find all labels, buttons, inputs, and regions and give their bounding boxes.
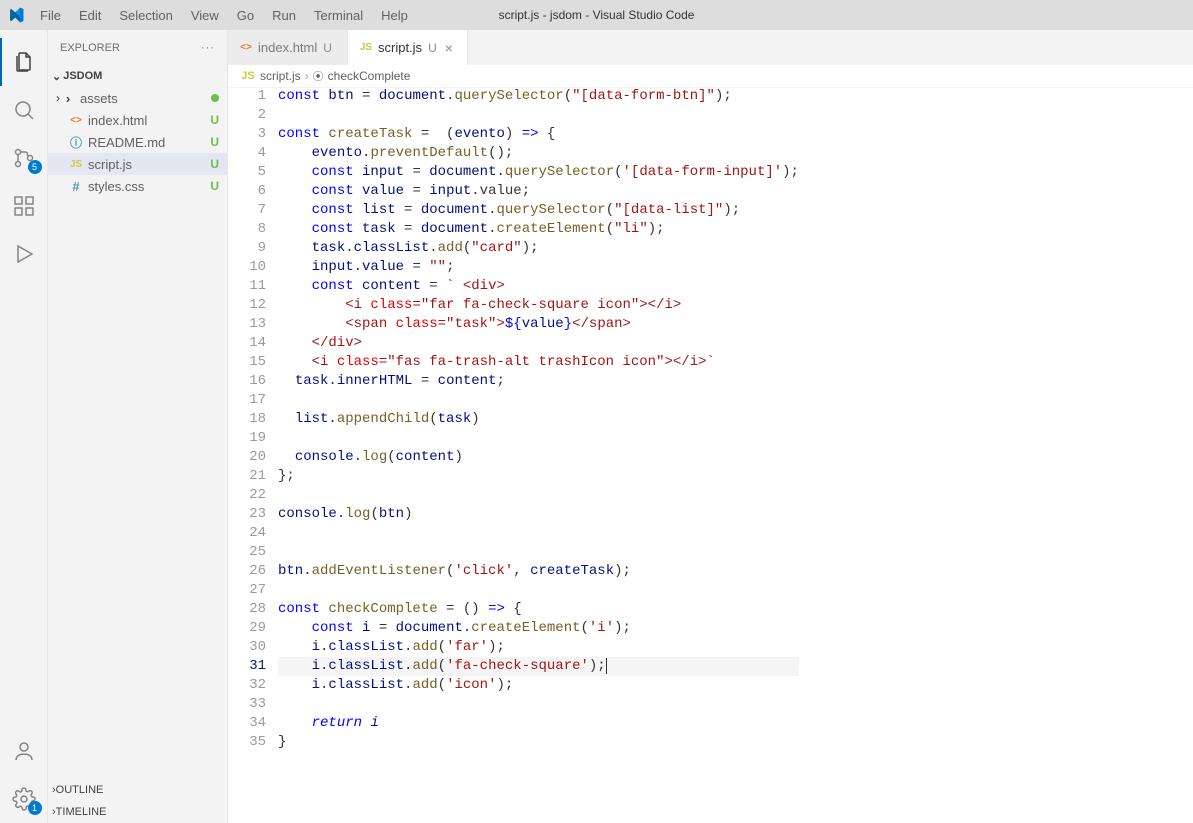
window-title: script.js - jsdom - Visual Studio Code: [499, 8, 695, 22]
file-js-icon: JS: [240, 68, 256, 84]
chevron-right-icon: ›: [305, 69, 309, 83]
menu-edit[interactable]: Edit: [71, 4, 109, 27]
file-list: ››assets<>index.htmlUⓘREADME.mdUJSscript…: [48, 87, 227, 197]
breadcrumbs[interactable]: JS script.js › ⦿ checkComplete: [228, 65, 1193, 87]
menu-file[interactable]: File: [32, 4, 69, 27]
settings-badge: 1: [28, 801, 42, 815]
file-row-index-html[interactable]: <> index.htmlU: [48, 109, 227, 131]
run-debug-icon[interactable]: [0, 230, 48, 278]
tab-bar: <> index.html U JS script.js U ×: [228, 30, 1193, 65]
editor-area: <> index.html U JS script.js U × JS script.js …: [228, 30, 1193, 823]
menu-bar: FileEditSelectionViewGoRunTerminalHelp: [32, 4, 416, 27]
explorer-icon[interactable]: [0, 38, 48, 86]
menu-go[interactable]: Go: [229, 4, 262, 27]
file-type-icon: JS: [68, 156, 84, 172]
sidebar-title-text: EXPLORER: [60, 42, 120, 54]
file-row-script-js[interactable]: JS script.jsU: [48, 153, 227, 175]
file-type-icon: <>: [68, 112, 84, 128]
file-type-icon: <>: [238, 40, 254, 56]
breadcrumb-file[interactable]: script.js: [260, 69, 301, 83]
menu-terminal[interactable]: Terminal: [306, 4, 371, 27]
tab-index-html[interactable]: <> index.html U: [228, 30, 348, 65]
tab-label: index.html: [258, 40, 317, 55]
code-editor[interactable]: 1234567891011121314151617181920212223242…: [228, 87, 1193, 823]
source-control-icon[interactable]: 5: [0, 134, 48, 182]
outline-label: OUTLINE: [56, 784, 104, 796]
folder-header[interactable]: ⌄ JSDOM: [48, 65, 227, 87]
file-row-assets[interactable]: ››assets: [48, 87, 227, 109]
menu-selection[interactable]: Selection: [111, 4, 180, 27]
sidebar: EXPLORER ··· ⌄ JSDOM ››assets<>index.htm…: [48, 30, 228, 823]
file-type-icon: ›: [60, 90, 76, 106]
breadcrumb-symbol[interactable]: checkComplete: [328, 69, 411, 83]
file-type-icon: ⓘ: [68, 134, 84, 150]
tab-script-js[interactable]: JS script.js U ×: [348, 30, 468, 65]
untracked-badge: U: [210, 157, 219, 171]
activity-bar: 5 1: [0, 30, 48, 823]
tab-label: script.js: [378, 40, 422, 55]
code-content[interactable]: const btn = document.querySelector("[dat…: [278, 87, 799, 823]
search-icon[interactable]: [0, 86, 48, 134]
file-row-README-md[interactable]: ⓘ README.mdU: [48, 131, 227, 153]
menu-run[interactable]: Run: [264, 4, 304, 27]
extensions-icon[interactable]: [0, 182, 48, 230]
vscode-logo-icon: [8, 7, 24, 23]
sidebar-title: EXPLORER ···: [48, 30, 227, 65]
close-icon[interactable]: ×: [445, 40, 453, 56]
file-name: assets: [80, 91, 211, 106]
folder-name: JSDOM: [63, 70, 102, 82]
settings-gear-icon[interactable]: 1: [0, 775, 48, 823]
chevron-down-icon: ⌄: [52, 70, 61, 83]
symbol-icon: ⦿: [313, 68, 324, 84]
scm-badge: 5: [28, 160, 42, 174]
file-name: index.html: [88, 113, 210, 128]
line-gutter: 1234567891011121314151617181920212223242…: [228, 87, 278, 823]
file-name: README.md: [88, 135, 210, 150]
file-type-icon: #: [68, 178, 84, 194]
outline-section[interactable]: › OUTLINE: [48, 779, 227, 801]
accounts-icon[interactable]: [0, 727, 48, 775]
timeline-label: TIMELINE: [56, 806, 107, 818]
menu-view[interactable]: View: [183, 4, 227, 27]
file-type-icon: JS: [358, 40, 374, 56]
modified-dot-icon: [211, 94, 219, 102]
more-icon[interactable]: ···: [201, 42, 215, 54]
tab-mod: U: [428, 41, 437, 55]
file-name: script.js: [88, 157, 210, 172]
file-name: styles.css: [88, 179, 210, 194]
tab-mod: U: [323, 41, 332, 55]
file-row-styles-css[interactable]: # styles.cssU: [48, 175, 227, 197]
untracked-badge: U: [210, 113, 219, 127]
titlebar: FileEditSelectionViewGoRunTerminalHelp s…: [0, 0, 1193, 30]
untracked-badge: U: [210, 135, 219, 149]
menu-help[interactable]: Help: [373, 4, 416, 27]
timeline-section[interactable]: › TIMELINE: [48, 801, 227, 823]
untracked-badge: U: [210, 179, 219, 193]
